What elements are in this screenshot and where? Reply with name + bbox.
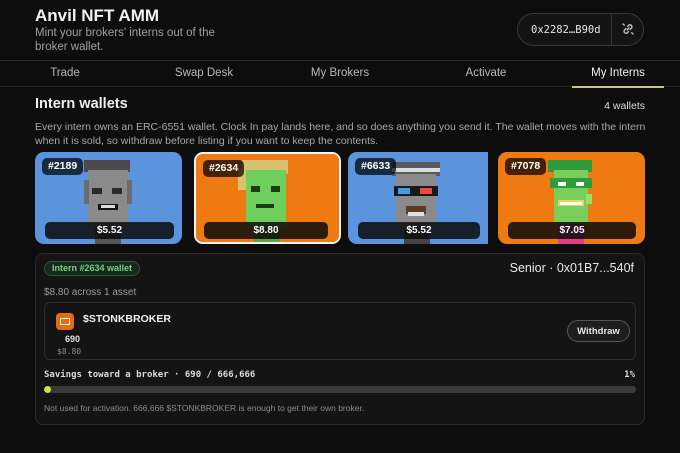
asset-name: $STONKBROKER xyxy=(83,313,171,325)
wallet-owner: Senior · 0x01B7...540f xyxy=(509,261,634,275)
savings-progress-fill xyxy=(44,386,51,393)
intern-card-6633[interactable]: #6633 $5.52 xyxy=(348,152,495,244)
card-id: #2634 xyxy=(203,160,245,177)
card-id: #2189 xyxy=(42,158,84,175)
card-price: $8.80 xyxy=(204,222,328,239)
app-subtitle: Mint your brokers' interns out of the br… xyxy=(35,27,215,53)
asset-row: $STONKBROKER 690 $8.80 Withdraw xyxy=(44,302,636,360)
intern-wallet-panel: Intern #2634 wallet Senior · 0x01B7...54… xyxy=(35,253,645,425)
section-title: Intern wallets xyxy=(35,96,128,112)
card-id: #7078 xyxy=(505,158,547,175)
section-description: Every intern owns an ERC-6551 wallet. Cl… xyxy=(35,121,646,147)
asset-amount: 690 xyxy=(65,334,81,344)
withdraw-button[interactable]: Withdraw xyxy=(567,320,630,342)
intern-card-2189[interactable]: #2189 $5.52 xyxy=(35,152,182,244)
savings-label: Savings toward a broker · 690 / 666,666 xyxy=(44,370,256,380)
savings-percent: 1% xyxy=(624,370,635,380)
savings-note: Not used for activation. 666,666 $STONKB… xyxy=(44,403,365,413)
app-title: Anvil NFT AMM xyxy=(35,6,160,25)
tab-my-interns[interactable]: My Interns xyxy=(572,61,664,88)
tab-trade[interactable]: Trade xyxy=(0,61,130,88)
wallet-count: 4 wallets xyxy=(604,100,645,112)
card-id: #6633 xyxy=(355,158,397,175)
wallet-value-summary: $8.80 across 1 asset xyxy=(44,287,137,298)
card-price: $5.52 xyxy=(358,222,480,239)
wallet-connect-pill[interactable]: 0x2282…B90d xyxy=(517,13,644,46)
tab-my-brokers[interactable]: My Brokers xyxy=(272,61,408,88)
tab-bar: Trade Swap Desk My Brokers Activate My I… xyxy=(0,60,680,88)
tab-activate[interactable]: Activate xyxy=(418,61,554,88)
briefcase-icon xyxy=(56,313,74,330)
wallet-address[interactable]: 0x2282…B90d xyxy=(531,24,601,36)
intern-card-7078[interactable]: #7078 $7.05 xyxy=(498,152,645,244)
card-price: $7.05 xyxy=(508,222,636,239)
tab-swap-desk[interactable]: Swap Desk xyxy=(136,61,272,88)
asset-usd-value: $8.80 xyxy=(57,347,82,356)
card-price: $5.52 xyxy=(45,222,174,239)
app-header: Anvil NFT AMM Mint your brokers' interns… xyxy=(0,0,680,60)
wallet-divider xyxy=(611,14,612,45)
unlink-icon[interactable] xyxy=(621,22,635,36)
savings-progress-bar xyxy=(44,386,636,393)
intern-card-2634[interactable]: #2634 $8.80 xyxy=(194,152,341,244)
wallet-badge: Intern #2634 wallet xyxy=(44,261,141,276)
